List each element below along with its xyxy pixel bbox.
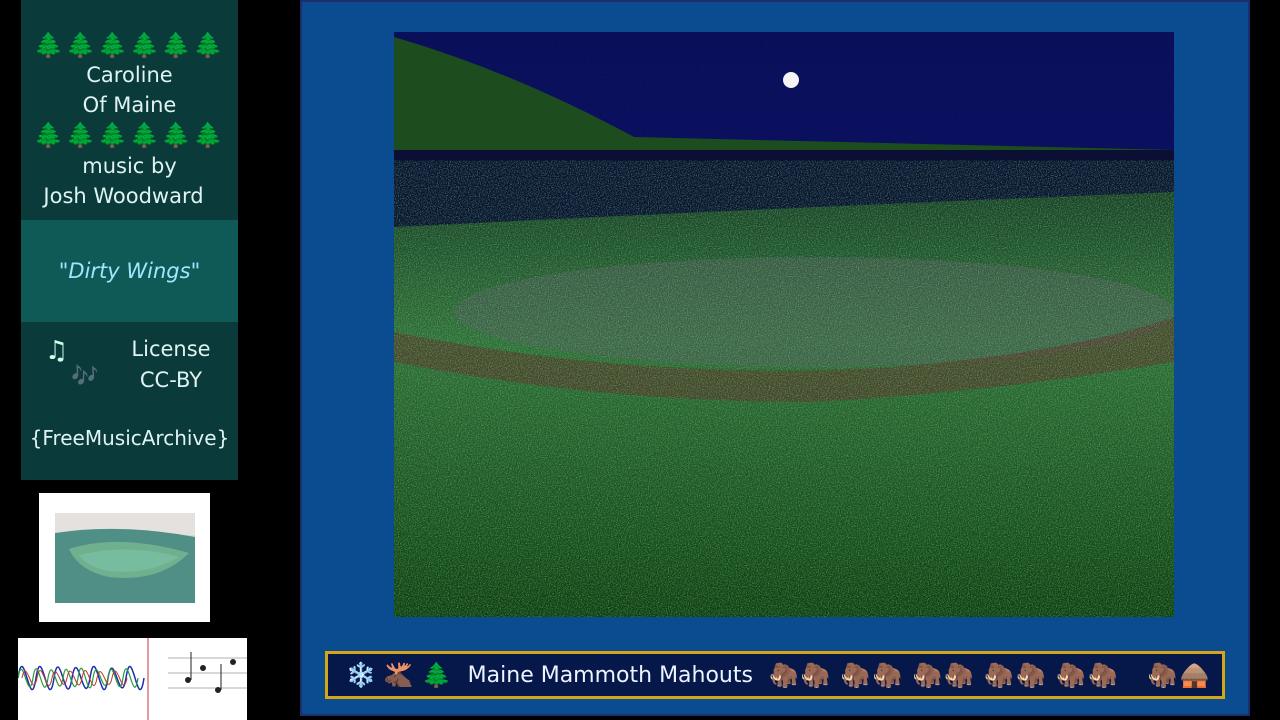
mammoth-icon: 🦣: [768, 661, 799, 689]
channel-title: Maine Mammoth Mahouts: [467, 662, 753, 688]
channel-title-bar: ❄️ 🫎 🌲 Maine Mammoth Mahouts 🦣 🦣 🦣 🦣 🦣 🦣…: [325, 651, 1225, 699]
license-block: License CC-BY: [121, 334, 221, 396]
album-thumbnail: [39, 493, 210, 622]
music-notes-icon: 🎶: [71, 364, 99, 389]
mammoth-icon: 🦣: [840, 661, 871, 689]
composer-name: Josh Woodward: [43, 184, 204, 208]
mammoth-icon: 🦣: [912, 661, 943, 689]
hut-icon: 🛖: [1179, 661, 1210, 689]
artist-line-2: Of Maine: [82, 93, 177, 117]
moose-icon: 🫎: [383, 661, 414, 689]
night-meadow-painting: [394, 32, 1174, 617]
tree-icon: 🌲: [421, 661, 452, 689]
song-info-panel: 🌲🌲🌲🌲🌲🌲 Caroline Of Maine 🌲🌲🌲🌲🌲🌲 music by…: [21, 0, 238, 220]
mammoth-icon: 🦣: [800, 661, 831, 689]
song-title: "Dirty Wings": [58, 259, 201, 283]
mammoth-icon: 🦣: [944, 661, 975, 689]
audio-waveform-thumbnail: [18, 638, 247, 720]
tree-row-top: 🌲🌲🌲🌲🌲🌲: [33, 31, 226, 59]
artist-line-1: Caroline: [86, 63, 173, 87]
mammoth-icon: 🦣: [872, 661, 903, 689]
source-label: {FreeMusicArchive}: [29, 426, 230, 450]
license-panel: ♫ 🎶 License CC-BY {FreeMusicArchive}: [21, 322, 238, 480]
mammoth-icon: 🦣: [1016, 661, 1047, 689]
mammoth-icon: 🦣: [1147, 661, 1178, 689]
music-by-label: music by: [82, 154, 177, 178]
snowflake-icon: ❄️: [346, 661, 376, 689]
mammoth-icon: 🦣: [984, 661, 1015, 689]
music-note-icon: ♫: [45, 336, 69, 366]
mammoth-icon: 🦣: [1087, 661, 1118, 689]
tree-row-bottom: 🌲🌲🌲🌲🌲🌲: [33, 121, 226, 149]
song-title-box: "Dirty Wings": [21, 220, 238, 322]
mammoth-icon: 🦣: [1056, 661, 1086, 689]
license-label: License: [131, 337, 211, 361]
license-value: CC-BY: [139, 368, 203, 392]
